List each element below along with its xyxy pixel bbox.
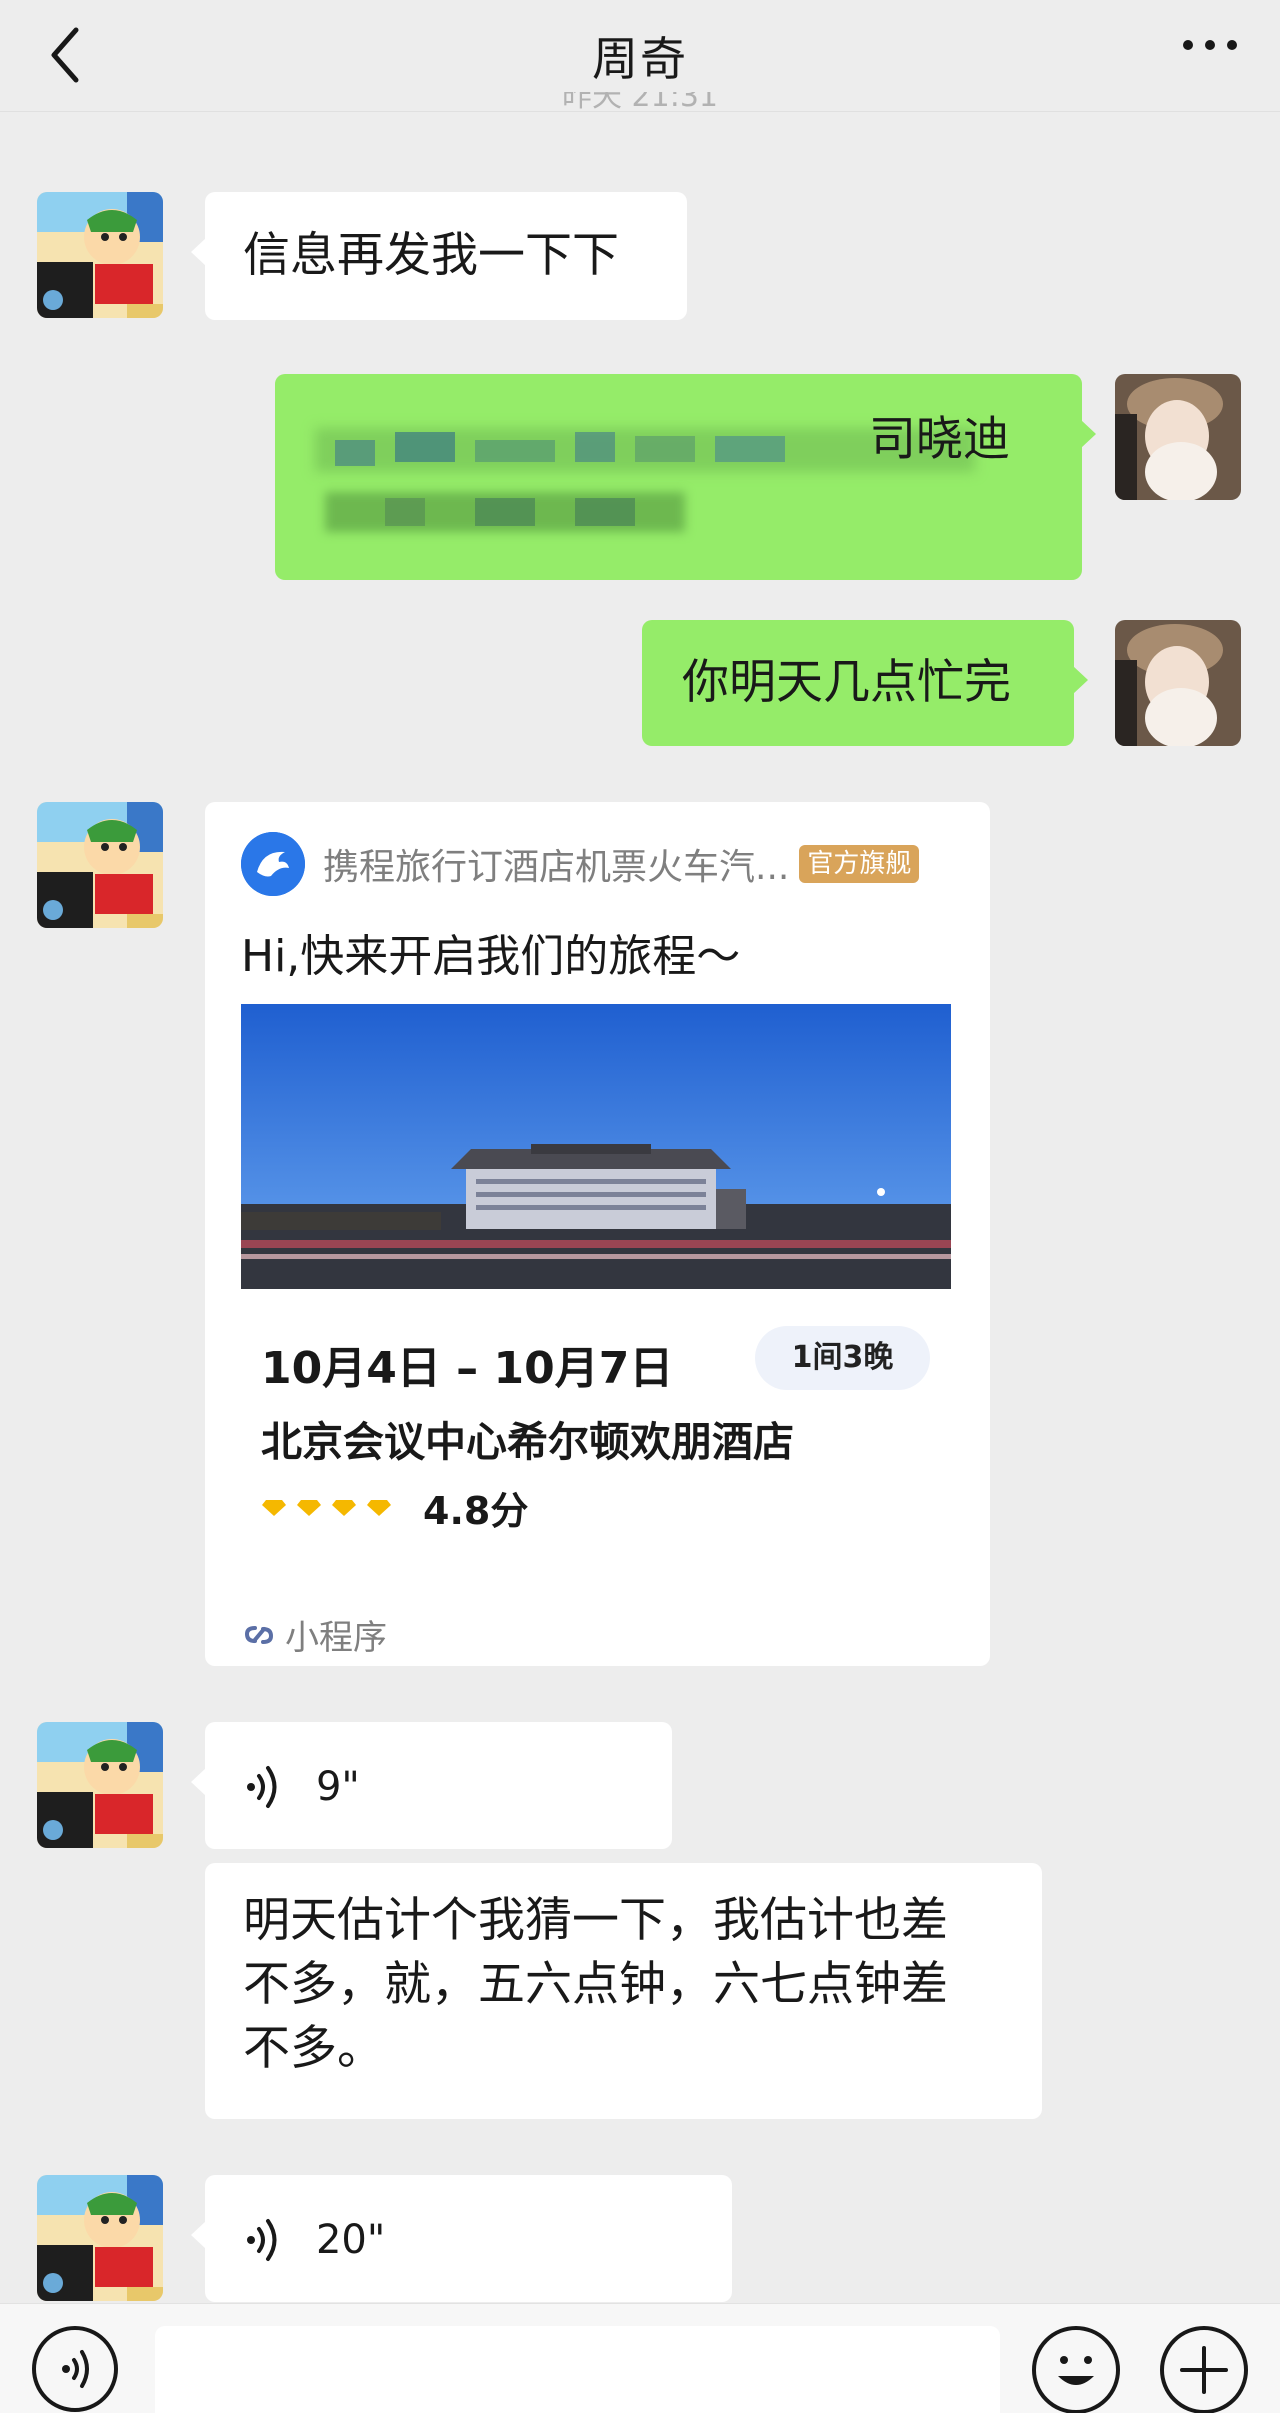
message-input[interactable] (155, 2326, 1000, 2413)
diamond-icon (332, 1499, 356, 1516)
booking-dates: 10月4日 – 10月7日 (261, 1343, 674, 1394)
more-icon (1183, 40, 1237, 50)
avatar-contact[interactable] (37, 802, 163, 928)
card-headline: Hi,快来开启我们的旅程～ (241, 931, 741, 982)
chat-title: 周奇 (592, 31, 688, 86)
voice-duration: 20" (315, 2216, 386, 2263)
message-text: 你明天几点忙完 (682, 655, 1011, 710)
mini-program-label: 小程序 (241, 1610, 387, 1659)
emoji-button[interactable] (1032, 2326, 1120, 2413)
official-badge: 官方旗舰 (799, 845, 920, 883)
back-icon (51, 27, 79, 83)
message-line: 不多，就，五六点钟，六七点钟差 (243, 1957, 948, 2012)
avatar-self[interactable] (1115, 374, 1241, 500)
voice-input-toggle[interactable] (32, 2326, 118, 2412)
voice-message-bubble[interactable]: 20" (191, 2175, 732, 2302)
more-actions-button[interactable] (1160, 2326, 1248, 2413)
input-bar (0, 2303, 1280, 2413)
back-button[interactable] (40, 20, 100, 90)
hotel-name: 北京会议中心希尔顿欢朋酒店 (261, 1418, 794, 1466)
diamond-icon (297, 1499, 321, 1516)
avatar-self[interactable] (1115, 620, 1241, 746)
plus-icon (1180, 2346, 1228, 2394)
avatar-contact[interactable] (37, 1722, 163, 1848)
ctrip-logo-icon (241, 832, 305, 896)
mini-program-text: 小程序 (285, 1618, 387, 1658)
message-line: 不多。 (243, 2021, 384, 2076)
voice-message-bubble[interactable]: 9" (191, 1722, 672, 1849)
visible-name: 司晓迪 (869, 412, 1010, 467)
avatar-contact[interactable] (37, 2175, 163, 2301)
message-bubble[interactable]: 明天估计个我猜一下，我估计也差 不多，就，五六点钟，六七点钟差 不多。 (205, 1863, 1042, 2119)
rating-row: 4.8分 (261, 1480, 528, 1535)
card-source: 携程旅行订酒店机票火车汽... 官方旗舰 (241, 832, 920, 896)
timestamp: 昨天 21:31 (562, 92, 718, 114)
room-nights-badge: 1间3晚 (755, 1326, 930, 1390)
voice-icon (247, 2218, 277, 2261)
voice-duration: 9" (315, 1763, 360, 1810)
voice-icon (62, 2350, 89, 2388)
mini-program-card[interactable]: 携程旅行订酒店机票火车汽... 官方旗舰 Hi,快来开启我们的旅程～ 10月4日… (205, 802, 990, 1666)
rating-score: 4.8分 (423, 1489, 529, 1533)
diamond-icon (367, 1499, 391, 1516)
link-icon (244, 1625, 274, 1644)
message-bubble[interactable]: 你明天几点忙完 (642, 620, 1088, 746)
emoji-icon (1058, 2356, 1094, 2385)
message-bubble[interactable]: 信息再发我一下下 (191, 192, 687, 320)
voice-icon (247, 1765, 277, 1808)
more-button[interactable] (1170, 20, 1250, 90)
message-bubble-blurred[interactable]: 司晓迪 (275, 374, 1096, 580)
hotel-photo (241, 1004, 951, 1289)
message-line: 明天估计个我猜一下，我估计也差 (243, 1893, 948, 1948)
diamond-icon (262, 1499, 286, 1516)
message-text: 信息再发我一下下 (243, 228, 619, 283)
avatar-contact[interactable] (37, 192, 163, 318)
card-source-name: 携程旅行订酒店机票火车汽... (323, 847, 790, 888)
